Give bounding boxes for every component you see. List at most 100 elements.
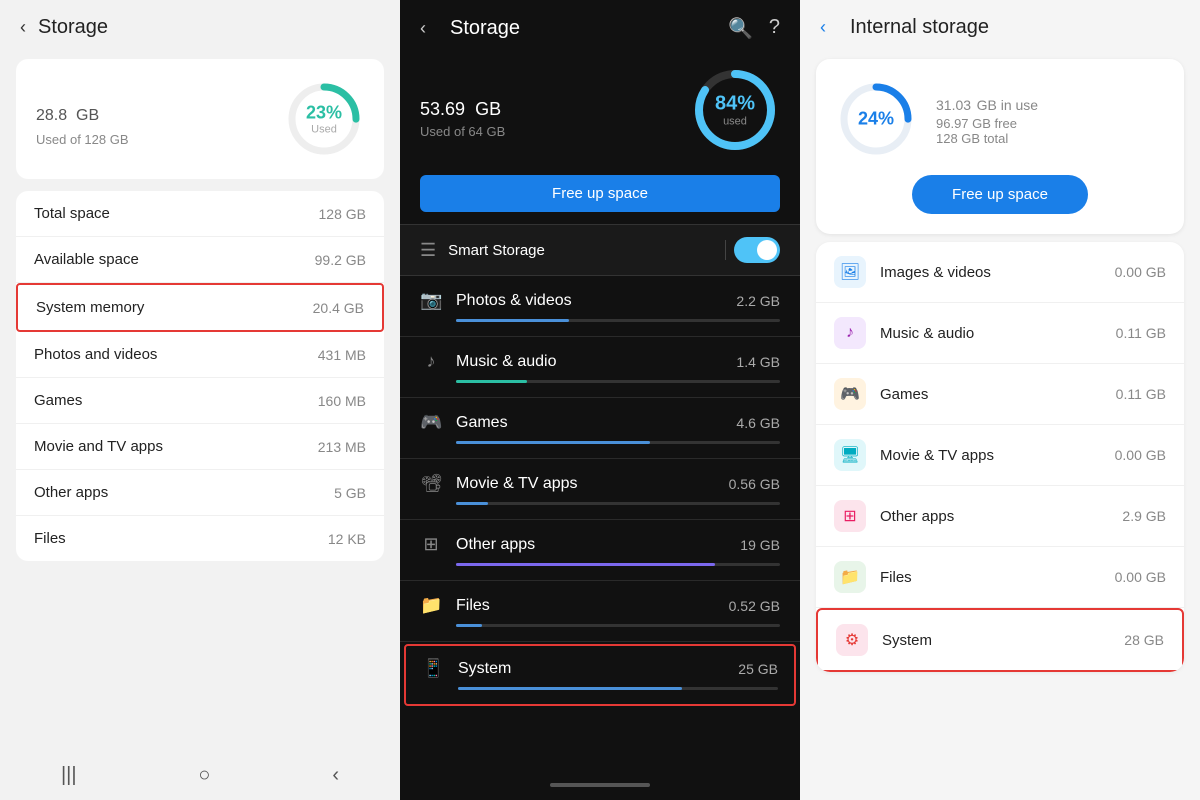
p2-progress-bg-5 — [456, 624, 780, 627]
p3-item-value-6: 28 GB — [1124, 632, 1164, 648]
panel1-item-label-6: Other apps — [34, 484, 108, 501]
panel1-list-item-3[interactable]: Photos and videos 431 MB — [16, 332, 384, 378]
panel1-item-value-3: 431 MB — [318, 347, 366, 363]
smart-storage-toggle[interactable] — [734, 237, 780, 263]
panel2-list-item-4[interactable]: ⊞ Other apps 19 GB — [400, 520, 800, 581]
panel1-storage-text: 28.8 GB Used of 128 GB — [36, 91, 129, 147]
panel3-in-use: 31.03 GB in use — [936, 93, 1038, 116]
panel3-header: ‹ Internal storage — [800, 0, 1200, 47]
panel1-list-item-5[interactable]: Movie and TV apps 213 MB — [16, 424, 384, 470]
smart-storage-icon: ☰ — [420, 240, 436, 261]
p2-item-icon-6: 📱 — [422, 658, 444, 679]
back-arrow-icon[interactable]: ‹ — [20, 17, 26, 38]
nav-back-icon[interactable]: ‹ — [332, 764, 339, 787]
panel2-list-item-1[interactable]: ♪ Music & audio 1.4 GB — [400, 337, 800, 398]
panel-1-storage-light: ‹ Storage 28.8 GB Used of 128 GB 23% Use… — [0, 0, 400, 800]
p2-item-icon-1: ♪ — [420, 351, 442, 372]
panel2-storage-text: 53.69 GB Used of 64 GB — [420, 82, 505, 139]
p3-item-value-0: 0.00 GB — [1115, 264, 1166, 280]
panel1-item-label-0: Total space — [34, 205, 110, 222]
panel3-list-item-6[interactable]: ⚙ System 28 GB — [816, 608, 1184, 672]
panel2-list-item-2[interactable]: 🎮 Games 4.6 GB — [400, 398, 800, 459]
panel2-storage-card: 53.69 GB Used of 64 GB 84% used — [400, 49, 800, 171]
p2-progress-bg-4 — [456, 563, 780, 566]
bottom-indicator — [550, 783, 650, 787]
help-icon[interactable]: ? — [769, 16, 780, 41]
panel1-item-value-7: 12 KB — [328, 531, 366, 547]
panel1-item-label-2: System memory — [36, 299, 144, 316]
panel2-toggle-container — [725, 237, 780, 263]
p3-item-value-3: 0.00 GB — [1115, 447, 1166, 463]
p2-item-value-1: 1.4 GB — [736, 354, 780, 370]
p3-item-label-2: Games — [880, 386, 1102, 403]
panel2-list-item-6[interactable]: 📱 System 25 GB — [404, 644, 796, 706]
panel2-back-icon[interactable]: ‹ — [420, 18, 426, 39]
p2-progress-bg-0 — [456, 319, 780, 322]
panel1-header: ‹ Storage — [0, 0, 400, 47]
panel1-item-label-7: Files — [34, 530, 66, 547]
panel3-storage-top: 24% 31.03 GB in use 96.97 GB free 128 GB… — [836, 79, 1164, 159]
nav-home-icon[interactable]: ○ — [198, 764, 210, 787]
p2-progress-fill-4 — [456, 563, 715, 566]
p2-item-label-1: Music & audio — [456, 353, 557, 371]
p2-progress-bg-3 — [456, 502, 780, 505]
panel1-used-text: Used — [306, 124, 342, 136]
p2-progress-bg-6 — [458, 687, 778, 690]
panel1-list-item-6[interactable]: Other apps 5 GB — [16, 470, 384, 516]
panel1-list-item-2[interactable]: System memory 20.4 GB — [16, 283, 384, 332]
panel1-list-item-0[interactable]: Total space 128 GB — [16, 191, 384, 237]
panel3-list-item-0[interactable]: 🖼 Images & videos 0.00 GB — [816, 242, 1184, 303]
p2-item-icon-3: 📽 — [420, 473, 442, 494]
p2-item-value-3: 0.56 GB — [729, 476, 780, 492]
panel3-back-icon[interactable]: ‹ — [820, 17, 826, 38]
panel2-amount: 53.69 GB — [420, 82, 505, 124]
p2-item-top-4: ⊞ Other apps 19 GB — [420, 534, 780, 555]
panel2-list-item-3[interactable]: 📽 Movie & TV apps 0.56 GB — [400, 459, 800, 520]
panel1-list-item-7[interactable]: Files 12 KB — [16, 516, 384, 561]
p3-item-value-2: 0.11 GB — [1116, 386, 1166, 402]
panel3-list-item-5[interactable]: 📁 Files 0.00 GB — [816, 547, 1184, 608]
panel2-smart-storage-row: ☰ Smart Storage — [400, 224, 800, 276]
panel3-list-item-3[interactable]: 🖥 Movie & TV apps 0.00 GB — [816, 425, 1184, 486]
panel1-list-item-4[interactable]: Games 160 MB — [16, 378, 384, 424]
panel1-item-label-4: Games — [34, 392, 82, 409]
panel3-donut-label: 24% — [858, 109, 894, 130]
panel2-list-item-0[interactable]: 📷 Photos & videos 2.2 GB — [400, 276, 800, 337]
panel1-item-value-4: 160 MB — [318, 393, 366, 409]
p2-progress-fill-6 — [458, 687, 682, 690]
panel1-item-value-5: 213 MB — [318, 439, 366, 455]
p2-item-label-3: Movie & TV apps — [456, 475, 578, 493]
panel3-list-item-2[interactable]: 🎮 Games 0.11 GB — [816, 364, 1184, 425]
panel2-used-text: used — [715, 116, 755, 128]
panel1-storage-sub: Used of 128 GB — [36, 132, 129, 147]
panel2-list-item-5[interactable]: 📁 Files 0.52 GB — [400, 581, 800, 642]
search-icon[interactable]: 🔍 — [728, 16, 753, 41]
panel3-list-item-4[interactable]: ⊞ Other apps 2.9 GB — [816, 486, 1184, 547]
p3-item-label-6: System — [882, 632, 1110, 649]
panel1-donut: 23% Used — [284, 79, 364, 159]
panel1-list-item-1[interactable]: Available space 99.2 GB — [16, 237, 384, 283]
panel2-header-left: ‹ Storage — [420, 17, 520, 40]
p3-item-icon-2: 🎮 — [834, 378, 866, 410]
panel-2-storage-dark: ‹ Storage 🔍 ? 53.69 GB Used of 64 GB 84%… — [400, 0, 800, 800]
panel2-header: ‹ Storage 🔍 ? — [400, 0, 800, 49]
panel1-donut-label: 23% Used — [306, 103, 342, 136]
p3-item-icon-5: 📁 — [834, 561, 866, 593]
p2-item-top-3: 📽 Movie & TV apps 0.56 GB — [420, 473, 780, 494]
p2-progress-fill-5 — [456, 624, 482, 627]
panel2-sub: Used of 64 GB — [420, 124, 505, 139]
panel1-percent: 23% — [306, 103, 342, 124]
panel2-list: 📷 Photos & videos 2.2 GB ♪ Music & audio… — [400, 276, 800, 770]
panel3-list-item-1[interactable]: ♪ Music & audio 0.11 GB — [816, 303, 1184, 364]
panel3-total: 128 GB total — [936, 131, 1038, 146]
p3-item-icon-3: 🖥 — [834, 439, 866, 471]
p2-progress-fill-2 — [456, 441, 650, 444]
panel3-title: Internal storage — [850, 16, 989, 39]
nav-recent-icon[interactable]: ||| — [61, 764, 77, 787]
panel1-bottom-nav: ||| ○ ‹ — [0, 750, 400, 800]
panel3-free-up-button[interactable]: Free up space — [912, 175, 1088, 214]
p2-item-top-2: 🎮 Games 4.6 GB — [420, 412, 780, 433]
panel1-title: Storage — [38, 16, 108, 39]
panel2-bottom-bar — [400, 770, 800, 800]
panel2-free-up-button[interactable]: Free up space — [420, 175, 780, 212]
